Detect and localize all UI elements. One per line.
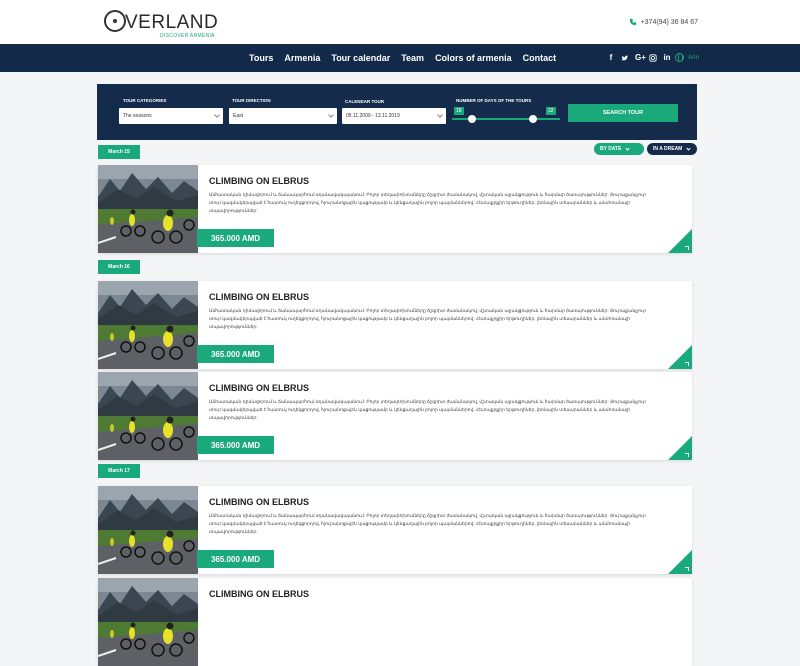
category-select[interactable]: The seasons <box>119 108 223 124</box>
direction-value: East <box>233 113 244 119</box>
language-label: Arm <box>688 54 699 61</box>
tour-description: Անհատական դիմավորում և ճանապարհում օդանա… <box>209 192 647 214</box>
direction-select[interactable]: East <box>229 108 337 124</box>
chevron-down-icon <box>328 112 334 118</box>
arrow-icon <box>685 567 689 571</box>
category-label: TOUR CATEGORIES <box>123 98 167 103</box>
tour-description: Անհատական դիմավորում և ճանապարհում օդանա… <box>209 513 647 535</box>
tour-card[interactable]: CLIMBING ON ELBRUS Անհատական դիմավորում … <box>98 281 692 369</box>
calendar-select[interactable]: 05.11.2009 - 13.11.2019 <box>342 108 446 124</box>
days-max-badge: 32 <box>546 107 556 115</box>
nav-links: Tours Armenia Tour calendar Team Colors … <box>249 44 556 72</box>
arrow-icon <box>685 453 689 457</box>
tour-photo[interactable] <box>98 578 198 666</box>
tour-description: Անհատական դիմավորում և ճանապարհում օդանա… <box>209 308 647 330</box>
cyclists-photo <box>98 281 198 369</box>
days-range-slider[interactable] <box>452 115 560 123</box>
tour-photo[interactable] <box>98 486 198 574</box>
days-min-badge: 18 <box>454 107 464 115</box>
tour-photo[interactable] <box>98 281 198 369</box>
sort-dream-button[interactable]: IN A DREAM <box>647 143 697 155</box>
tour-price: 365.000 AMD <box>197 436 274 454</box>
days-label: NUMBER OF DAYS OF THE TOURS <box>456 98 532 103</box>
cyclists-photo <box>98 372 198 460</box>
tour-title[interactable]: CLIMBING ON ELBRUS <box>209 383 309 393</box>
chevron-down-icon <box>437 112 443 118</box>
nav-link-tours[interactable]: Tours <box>249 53 273 63</box>
arrow-icon <box>685 246 689 250</box>
direction-label: TOUR DIRECTION <box>232 98 271 103</box>
tour-title[interactable]: CLIMBING ON ELBRUS <box>209 589 309 599</box>
facebook-icon[interactable]: f <box>607 53 615 63</box>
tour-filter: TOUR CATEGORIES The seasons TOUR DIRECTI… <box>97 84 697 140</box>
date-badge: March 16 <box>98 260 140 274</box>
nav-link-tour-calendar[interactable]: Tour calendar <box>331 53 390 63</box>
slider-max-handle[interactable] <box>529 115 537 123</box>
main-nav: Tours Armenia Tour calendar Team Colors … <box>0 44 800 72</box>
phone-icon <box>629 18 636 26</box>
instagram-icon[interactable] <box>649 54 657 62</box>
google-plus-icon[interactable]: G+ <box>635 53 646 63</box>
logo-o-icon <box>104 10 126 32</box>
cyclists-photo <box>98 578 198 666</box>
tour-card[interactable]: CLIMBING ON ELBRUS Անհատական դիմավորում … <box>98 165 692 253</box>
slider-min-handle[interactable] <box>468 115 476 123</box>
chevron-down-icon <box>214 112 220 118</box>
search-tour-button[interactable]: SEARCH TOUR <box>568 104 678 122</box>
globe-icon <box>675 53 684 62</box>
arrow-icon <box>685 362 689 366</box>
tour-description: Անհատական դիմավորում և ճանապարհում օդանա… <box>209 399 647 421</box>
language-switcher[interactable]: Arm <box>675 53 699 62</box>
social-links: f G+ in <box>607 53 671 63</box>
chevron-down-icon <box>625 145 631 151</box>
date-badge: March 17 <box>98 464 140 478</box>
tour-title[interactable]: CLIMBING ON ELBRUS <box>209 176 309 186</box>
chevron-down-icon <box>686 145 691 151</box>
tour-card[interactable]: CLIMBING ON ELBRUS Անհատական դիմավորում … <box>98 486 692 574</box>
tour-card[interactable]: CLIMBING ON ELBRUS Անհատական դիմավորում … <box>98 372 692 460</box>
tour-title[interactable]: CLIMBING ON ELBRUS <box>209 292 309 302</box>
tour-photo[interactable] <box>98 372 198 460</box>
twitter-icon[interactable] <box>621 54 629 62</box>
sort-by-date-button[interactable]: BY DATE <box>594 143 644 155</box>
nav-link-armenia[interactable]: Armenia <box>284 53 320 63</box>
category-value: The seasons <box>123 113 152 119</box>
logo-text: VERLAND <box>125 12 219 33</box>
date-badge: March 15 <box>98 145 140 159</box>
sort-by-date-label: BY DATE <box>600 146 622 152</box>
tour-price: 365.000 AMD <box>197 550 274 568</box>
nav-link-contact[interactable]: Contact <box>523 53 557 63</box>
calendar-value: 05.11.2009 - 13.11.2019 <box>346 113 400 119</box>
logo-tagline: DISCOVER ARMENIA <box>160 33 215 39</box>
linkedin-icon[interactable]: in <box>663 53 671 63</box>
tour-price: 365.000 AMD <box>197 345 274 363</box>
nav-link-team[interactable]: Team <box>401 53 424 63</box>
sort-dream-label: IN A DREAM <box>653 146 683 152</box>
tour-title[interactable]: CLIMBING ON ELBRUS <box>209 497 309 507</box>
tour-price: 365.000 AMD <box>197 229 274 247</box>
logo[interactable]: VERLAND DISCOVER ARMENIA <box>104 10 218 39</box>
cyclists-photo <box>98 165 198 253</box>
header: VERLAND DISCOVER ARMENIA +374(94) 36 84 … <box>0 0 800 44</box>
cyclists-photo <box>98 486 198 574</box>
tour-photo[interactable] <box>98 165 198 253</box>
nav-link-colors-of-armenia[interactable]: Colors of armenia <box>435 53 512 63</box>
calendar-label: CALENDAR TOUR <box>345 99 385 104</box>
tour-card[interactable]: CLIMBING ON ELBRUS <box>98 578 692 666</box>
phone-contact[interactable]: +374(94) 36 84 67 <box>629 18 698 26</box>
phone-number: +374(94) 36 84 67 <box>640 18 698 26</box>
